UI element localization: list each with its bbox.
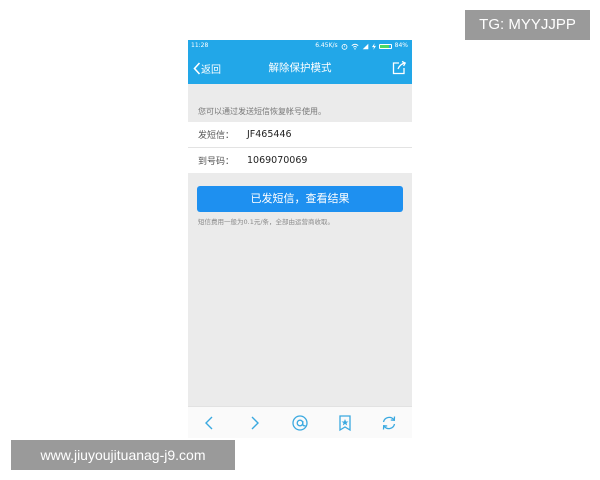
status-time: 11:28 — [191, 42, 209, 49]
sms-number-label: 到号码： — [198, 157, 235, 167]
network-speed: 6.45K/s — [315, 42, 338, 49]
sms-info-card: 发短信： JF465446 到号码： 1069070069 — [188, 122, 412, 173]
battery-icon — [378, 43, 392, 49]
wifi-icon — [351, 43, 359, 50]
watermark-top: TG: MYYJJPP — [465, 10, 590, 40]
sms-number-row: 到号码： 1069070069 — [188, 148, 412, 173]
at-home-icon[interactable] — [291, 414, 309, 432]
check-result-button[interactable]: 已发短信，查看结果 — [197, 186, 403, 212]
share-icon[interactable] — [391, 60, 407, 76]
signal-icon — [362, 43, 368, 49]
back-arrow-icon[interactable] — [201, 414, 219, 432]
page-title: 解除保护模式 — [268, 62, 332, 74]
status-indicators: 6.45K/s 84% — [315, 40, 408, 52]
refresh-icon[interactable] — [380, 414, 398, 432]
charging-icon — [371, 42, 376, 50]
phone-screen: 11:28 6.45K/s 84% 返回 解除保护模式 您可以通过发送短信恢复帐… — [188, 40, 412, 438]
sms-content-label: 发短信： — [198, 131, 235, 141]
sms-number-value: 1069070069 — [247, 155, 308, 166]
battery-percent: 84% — [394, 42, 408, 49]
sms-content-row: 发短信： JF465446 — [188, 122, 412, 147]
bottom-toolbar — [188, 406, 412, 438]
hint-text: 您可以通过发送短信恢复帐号使用。 — [198, 107, 326, 116]
alarm-icon — [341, 43, 348, 50]
forward-arrow-icon[interactable] — [245, 414, 263, 432]
fee-note: 短信费用一般为0.1元/条，全部由运营商收取。 — [198, 218, 335, 226]
sms-content-value: JF465446 — [247, 129, 292, 140]
nav-bar: 返回 解除保护模式 — [188, 52, 412, 84]
watermark-bottom: www.jiuyoujituanag-j9.com — [11, 440, 235, 470]
bookmark-star-icon[interactable] — [336, 414, 354, 432]
status-bar: 11:28 6.45K/s 84% — [188, 40, 412, 52]
